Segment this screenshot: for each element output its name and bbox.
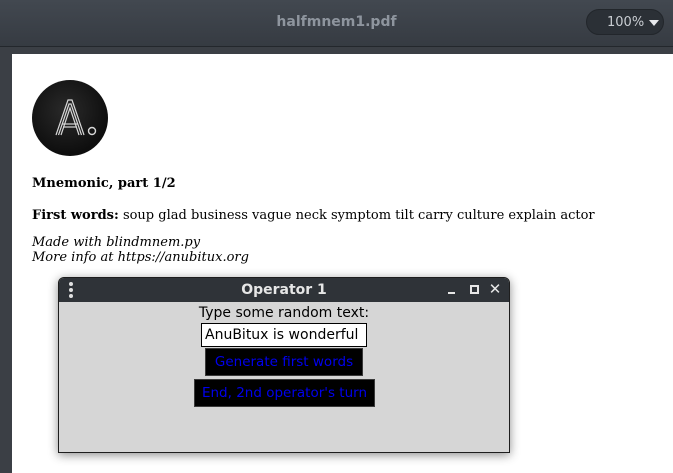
made-with-text: Made with blindmnem.py — [32, 235, 201, 250]
prompt-label: Type some random text: — [198, 305, 370, 321]
end-turn-button[interactable]: End, 2nd operator's turn — [194, 379, 375, 407]
generate-first-words-button[interactable]: Generate first words — [205, 348, 363, 376]
close-icon[interactable]: ✕ — [488, 282, 502, 297]
pdf-viewer-toolbar: halfmnem1.pdf 100% — [0, 0, 673, 47]
minimize-icon[interactable] — [445, 282, 459, 296]
first-words-label: First words: — [32, 208, 119, 223]
window-title: Operator 1 — [241, 282, 327, 298]
random-text-input[interactable]: AnuBitux is wonderful — [201, 323, 367, 347]
credit-block: Made with blindmnem.py More info at http… — [32, 235, 249, 265]
window-titlebar[interactable]: Operator 1 ✕ — [59, 278, 509, 302]
anubitux-logo — [32, 80, 108, 156]
operator-window: Operator 1 ✕ Type some random text: AnuB… — [58, 277, 510, 453]
mnemonic-heading: Mnemonic, part 1/2 — [32, 176, 176, 191]
first-words-line: First words: soup glad business vague ne… — [32, 208, 595, 223]
document-title: halfmnem1.pdf — [276, 14, 397, 30]
zoom-select[interactable]: 100% — [586, 9, 664, 35]
maximize-icon[interactable] — [467, 282, 481, 296]
first-words-value: soup glad business vague neck symptom ti… — [122, 208, 595, 223]
chevron-down-icon — [649, 20, 659, 26]
more-info-text: More info at https://anubitux.org — [32, 250, 249, 265]
zoom-value: 100% — [607, 15, 645, 30]
